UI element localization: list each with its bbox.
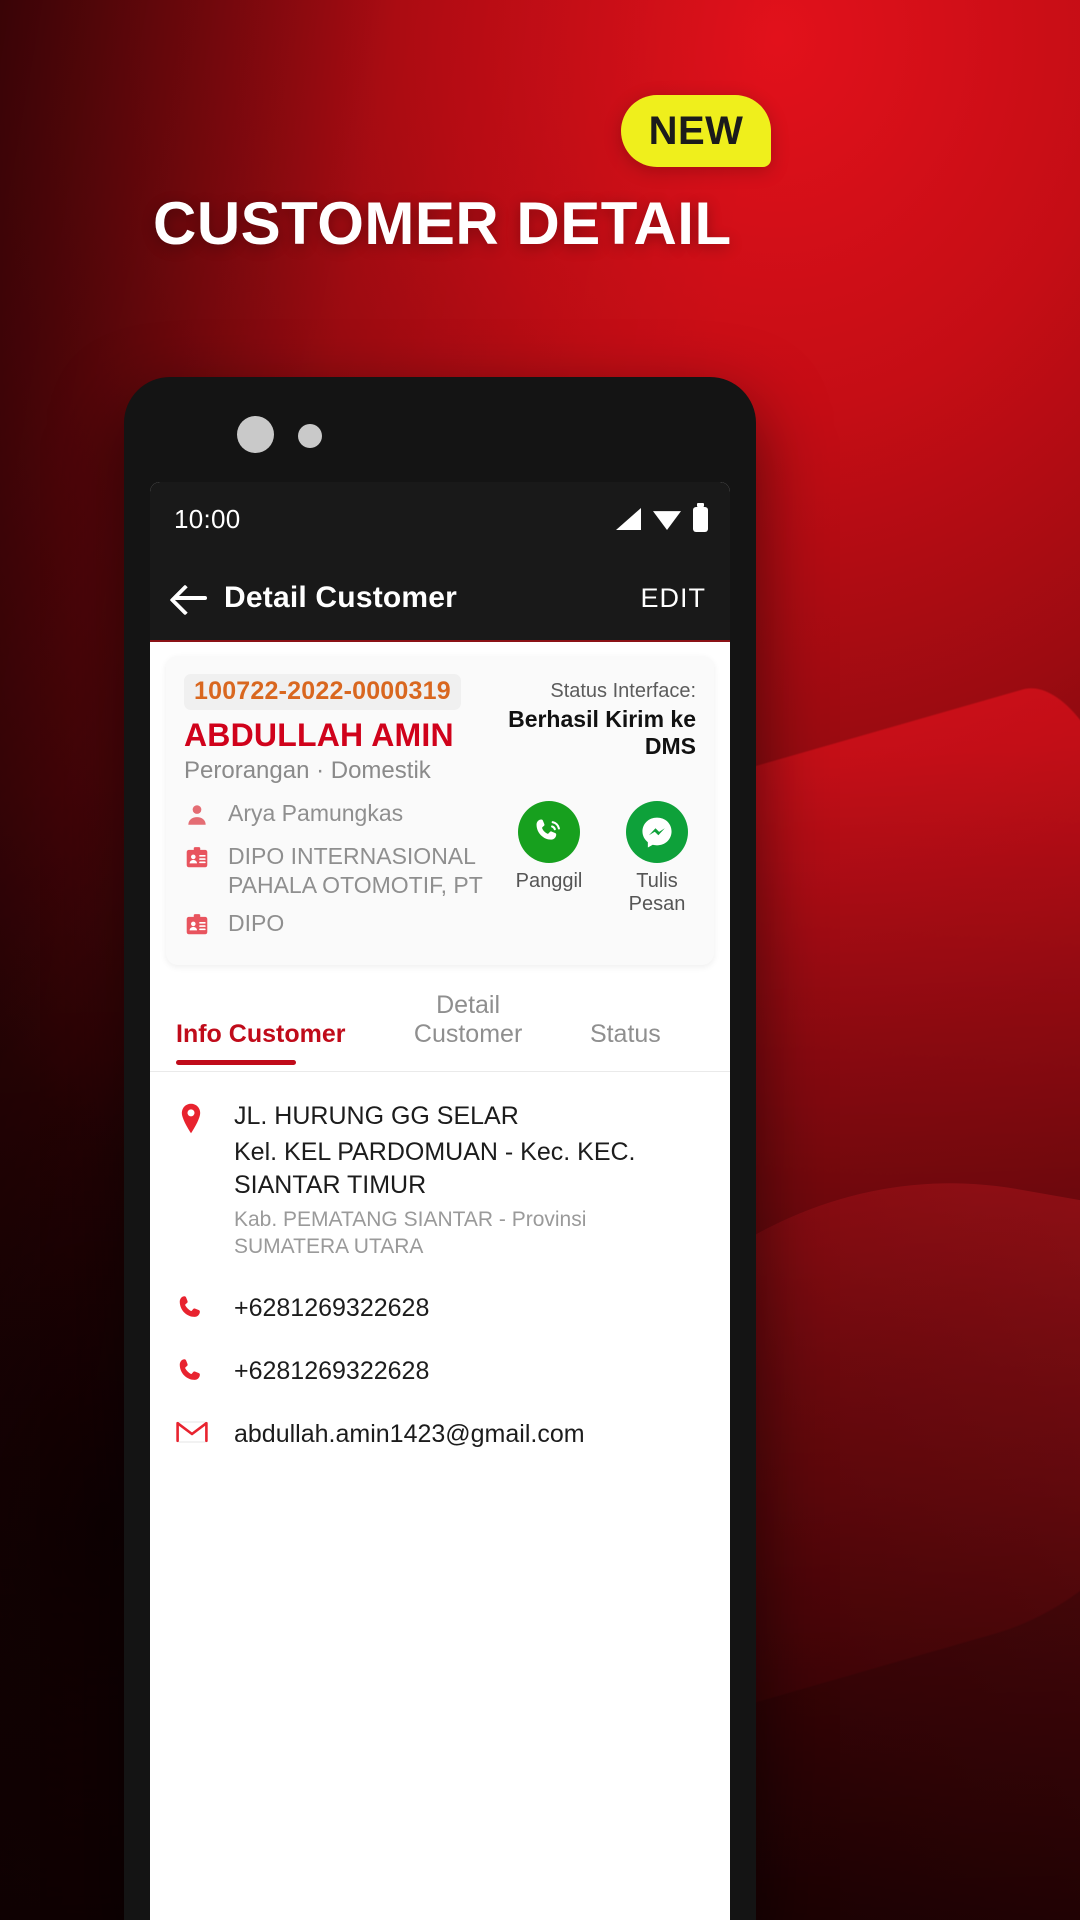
messenger-icon[interactable] xyxy=(626,801,688,863)
meta-row-branch: DIPO xyxy=(184,909,492,943)
page-title: CUSTOMER DETAIL xyxy=(153,190,732,257)
tab-info-customer[interactable]: Info Customer xyxy=(176,1020,389,1071)
customer-summary-card: 100722-2022-0000319 ABDULLAH AMIN Perora… xyxy=(166,656,714,965)
phone-mockup: 10:00 Detail Customer EDIT 100722-2022-0… xyxy=(124,377,756,1920)
id-card-icon xyxy=(184,842,214,876)
customer-subtitle: Perorangan · Domestik xyxy=(184,757,431,784)
wifi-icon xyxy=(653,511,681,530)
customer-id: 100722-2022-0000319 xyxy=(184,674,461,710)
meta-row-dealer: DIPO INTERNASIONAL PAHALA OTOMOTIF, PT xyxy=(184,842,492,900)
tab-active-indicator xyxy=(176,1059,296,1065)
battery-icon xyxy=(693,502,708,532)
tab-detail-customer-label: Detail Customer xyxy=(413,990,523,1048)
phone-screen: 10:00 Detail Customer EDIT 100722-2022-0… xyxy=(150,482,730,1920)
phone-value-2: +6281269322628 xyxy=(234,1356,430,1385)
message-action[interactable]: Tulis Pesan xyxy=(618,801,696,943)
tab-detail-customer[interactable]: Detail Customer xyxy=(389,991,546,1071)
address-row: JL. HURUNG GG SELAR Kel. KEL PARDOMUAN -… xyxy=(176,1100,704,1261)
camera-sensor-icon xyxy=(298,424,322,448)
phone-value-1: +6281269322628 xyxy=(234,1293,430,1322)
address-line-1: JL. HURUNG GG SELAR xyxy=(234,1101,519,1130)
meta-row-dealer-text: DIPO INTERNASIONAL PAHALA OTOMOTIF, PT xyxy=(228,843,483,898)
address-line-3: Kab. PEMATANG SIANTAR - Provinsi SUMATER… xyxy=(234,1208,587,1259)
status-bar: 10:00 xyxy=(150,482,730,556)
address-line-2: Kel. KEL PARDOMUAN - Kec. KEC. SIANTAR T… xyxy=(234,1138,636,1199)
app-bar-title: Detail Customer xyxy=(224,581,458,614)
tab-indicator-placeholder xyxy=(547,1060,667,1065)
customer-card-header: 100722-2022-0000319 ABDULLAH AMIN Perora… xyxy=(184,674,696,785)
contact-info-list: JL. HURUNG GG SELAR Kel. KEL PARDOMUAN -… xyxy=(150,1072,730,1450)
status-interface-label: Status Interface: xyxy=(550,680,696,702)
new-badge: NEW xyxy=(621,95,771,167)
card-action-buttons: Panggil Tulis Pesan xyxy=(492,799,696,943)
customer-meta-left: Arya Pamungkas DIPO INTERNASIONAL PAHALA… xyxy=(184,799,492,943)
promo-screenshot: NEW CUSTOMER DETAIL 10:00 Detail Custome… xyxy=(0,0,1080,1920)
phone-row-1[interactable]: +6281269322628 xyxy=(176,1291,704,1328)
gmail-icon xyxy=(176,1417,214,1450)
id-card-icon xyxy=(184,909,214,943)
tab-indicator-placeholder xyxy=(389,1060,509,1065)
status-bar-icons xyxy=(616,502,708,532)
status-interface-block: Status Interface: Berhasil Kirim ke DMS xyxy=(466,674,696,760)
customer-name: ABDULLAH AMIN xyxy=(184,717,454,753)
tab-info-customer-label: Info Customer xyxy=(176,1019,346,1048)
customer-meta-rows: Arya Pamungkas DIPO INTERNASIONAL PAHALA… xyxy=(184,799,696,943)
person-icon xyxy=(184,799,214,833)
edit-button[interactable]: EDIT xyxy=(640,583,706,614)
address-text-block: JL. HURUNG GG SELAR Kel. KEL PARDOMUAN -… xyxy=(234,1100,704,1261)
new-badge-label: NEW xyxy=(648,108,744,153)
customer-identity: 100722-2022-0000319 ABDULLAH AMIN Perora… xyxy=(184,674,466,785)
meta-row-salesman-text: Arya Pamungkas xyxy=(228,800,404,826)
phone-row-2[interactable]: +6281269322628 xyxy=(176,1354,704,1391)
tab-status-label: Status xyxy=(589,1019,661,1048)
status-bar-time: 10:00 xyxy=(174,503,241,534)
signal-icon xyxy=(616,508,641,530)
whatsapp-call-icon[interactable] xyxy=(518,801,580,863)
email-value: abdullah.amin1423@gmail.com xyxy=(234,1419,585,1448)
phone-icon xyxy=(176,1354,214,1391)
message-action-label: Tulis Pesan xyxy=(628,870,686,915)
tab-status[interactable]: Status xyxy=(547,1020,704,1071)
camera-lens-icon xyxy=(237,416,274,453)
screen-body: 100722-2022-0000319 ABDULLAH AMIN Perora… xyxy=(150,642,730,1920)
back-arrow-icon[interactable] xyxy=(174,583,208,613)
phone-icon xyxy=(176,1291,214,1328)
meta-row-branch-text: DIPO xyxy=(228,909,285,936)
location-pin-icon xyxy=(176,1100,214,1141)
status-interface-value: Berhasil Kirim ke DMS xyxy=(508,706,696,759)
tab-bar: Info Customer Detail Customer Status xyxy=(150,965,730,1072)
meta-row-salesman: Arya Pamungkas xyxy=(184,799,492,833)
email-row[interactable]: abdullah.amin1423@gmail.com xyxy=(176,1417,704,1450)
call-action-label: Panggil xyxy=(515,870,583,892)
call-action[interactable]: Panggil xyxy=(510,801,588,943)
app-bar: Detail Customer EDIT xyxy=(150,556,730,642)
